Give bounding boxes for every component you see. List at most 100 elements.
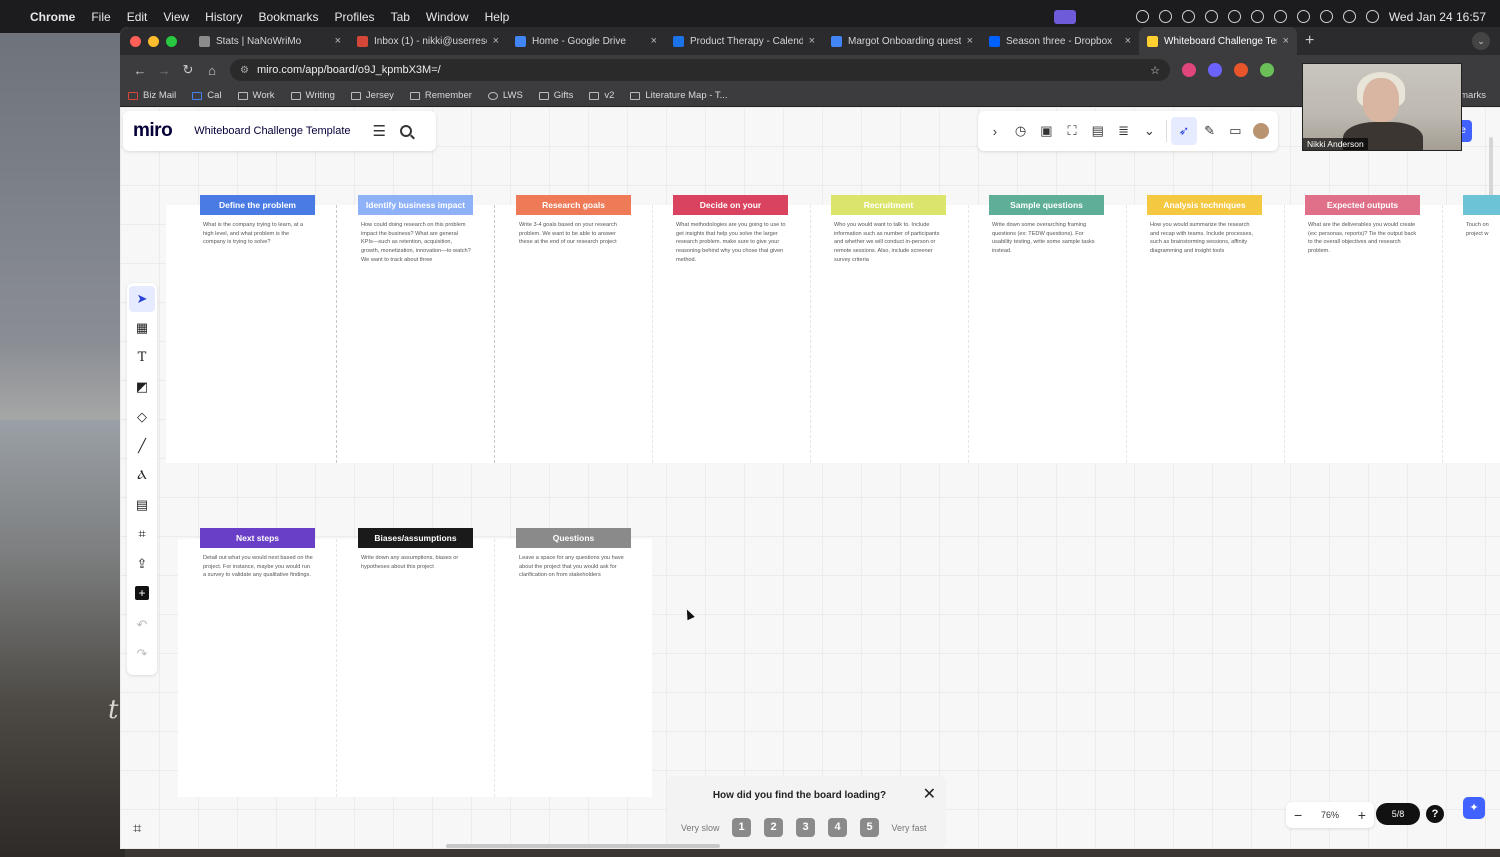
close-tab-icon[interactable]: × [967,35,973,47]
column-header-next-steps[interactable]: Next steps [200,528,315,548]
control-center-icon[interactable] [1342,10,1356,23]
frame-icon[interactable]: ⌗ [129,521,155,547]
close-icon[interactable]: ✕ [923,784,936,804]
tab-onboarding-doc[interactable]: Margot Onboarding questions × [823,27,981,55]
avatar[interactable] [1248,117,1274,145]
ai-assist-sparkle-icon[interactable]: ✦ [1463,797,1485,819]
shapes-icon[interactable]: ◇ [129,404,155,430]
play-icon[interactable] [1250,10,1264,23]
zoom-out-button[interactable]: − [1294,807,1302,823]
text-tool-icon[interactable]: T [129,345,155,371]
close-tab-icon[interactable]: × [809,35,815,47]
connection-line-icon[interactable]: ╱ [129,433,155,459]
bookmark-folder-jersey[interactable]: Jersey [350,90,394,101]
column-description[interactable]: Detail out what you would next based on … [203,554,313,580]
menubar-clock[interactable]: Wed Jan 24 16:57 [1389,10,1486,24]
forward-arrow-icon[interactable]: → [152,63,176,78]
tab-inbox[interactable]: Inbox (1) - nikki@userresearch × [349,27,507,55]
undo-icon[interactable]: ↶ [129,612,155,638]
bookmark-folder-remember[interactable]: Remember [409,90,472,101]
column-description[interactable]: How could doing research on this problem… [361,221,471,264]
menu-window[interactable]: Window [426,10,469,24]
settings-gear-icon[interactable] [1204,10,1218,23]
close-tab-icon[interactable]: × [651,35,657,47]
present-icon[interactable]: ▣ [1033,117,1059,145]
reload-icon[interactable]: ↻ [176,62,200,78]
menubar-app-name[interactable]: Chrome [30,10,75,24]
comment-icon[interactable]: ▤ [129,492,155,518]
bookmark-biz-mail[interactable]: Biz Mail [128,90,176,101]
home-icon[interactable]: ⌂ [200,63,224,78]
more-apps-plus-icon[interactable]: + [135,585,149,600]
tab-google-drive[interactable]: Home - Google Drive × [507,27,665,55]
column-description[interactable]: Write down some overarching framing ques… [992,221,1102,256]
column-description[interactable]: Write 3-4 goals based on your research p… [519,221,629,247]
menu-edit[interactable]: Edit [127,10,148,24]
pinterest-extension-icon[interactable] [1182,63,1196,77]
tab-miro-board[interactable]: Whiteboard Challenge Templ... × [1139,27,1297,55]
bookmark-folder-v2[interactable]: v2 [589,90,614,101]
extension-icon[interactable] [1260,63,1274,77]
menu-help[interactable]: Help [485,10,510,24]
main-menu-icon[interactable]: ☰ [373,122,386,140]
minimize-window-button[interactable] [148,35,159,47]
rating-option-5[interactable]: 5 [860,818,880,837]
column-header-expected-outputs[interactable]: Expected outputs [1305,195,1420,215]
notes-icon[interactable]: ≣ [1111,117,1137,145]
column-header-research-goals[interactable]: Research goals [516,195,631,215]
board-title[interactable]: Whiteboard Challenge Template [194,125,350,137]
sticky-note-icon[interactable]: ◩ [129,374,155,400]
rating-option-4[interactable]: 4 [828,818,848,837]
search-icon[interactable] [399,125,412,137]
rating-option-1[interactable]: 1 [732,818,752,837]
column-description[interactable]: Write down any assumptions, biases or hy… [361,554,471,571]
bookmark-literature-map[interactable]: Literature Map - T... [630,90,728,101]
tab-nanowrimo[interactable]: Stats | NaNoWriMo × [191,27,349,55]
column-header-business-impact[interactable]: Identify business impact [358,195,473,215]
column-description[interactable]: Leave a space for any questions you have… [519,554,629,580]
bookmark-folder-writing[interactable]: Writing [290,90,335,101]
menu-profiles[interactable]: Profiles [335,10,375,24]
address-bar[interactable]: ⚙ miro.com/app/board/o9J_kpmbX3M=/ ☆ [230,59,1170,81]
close-window-button[interactable] [130,35,141,47]
pen-icon[interactable]: Ⲁ [129,462,155,488]
rating-option-3[interactable]: 3 [796,818,816,837]
timer-icon[interactable]: ◷ [1008,117,1034,145]
bookmark-folder-work[interactable]: Work [237,90,275,101]
column-description[interactable]: What is the company trying to learn, at … [203,221,313,247]
sync-icon[interactable] [1135,10,1149,23]
all-bookmarks[interactable]: marks [1460,90,1486,101]
column-description[interactable]: What are the deliverables you would crea… [1308,221,1418,256]
extension-icon[interactable] [1234,63,1248,77]
back-arrow-icon[interactable]: ← [128,63,152,78]
menu-view[interactable]: View [163,10,189,24]
bookmark-folder-gifts[interactable]: Gifts [538,90,573,101]
siri-icon[interactable] [1365,10,1379,23]
menu-tab[interactable]: Tab [391,10,410,24]
tab-search-chevron-icon[interactable]: ⌄ [1472,32,1490,50]
spotlight-search-icon[interactable] [1319,10,1333,23]
menu-file[interactable]: File [91,10,110,24]
menu-bookmarks[interactable]: Bookmarks [259,10,319,24]
focus-icon[interactable] [1181,10,1195,23]
frames-panel-icon[interactable]: ⌗ [133,820,141,837]
shield-icon[interactable] [1273,10,1287,23]
reactions-cursor-icon[interactable]: ➶ [1171,117,1197,145]
expand-chevron-icon[interactable]: › [982,117,1008,145]
new-tab-icon[interactable]: + [1305,32,1314,50]
rating-option-2[interactable]: 2 [764,818,784,837]
bookmark-cal[interactable]: Cal [192,90,222,101]
column-header-recruitment[interactable]: Recruitment [831,195,946,215]
menu-history[interactable]: History [205,10,242,24]
close-tab-icon[interactable]: × [1125,35,1131,47]
miro-logo[interactable]: miro [133,120,173,142]
column-header-methodology[interactable]: Decide on your methodology [673,195,788,230]
zoom-window-button[interactable] [166,35,177,47]
column-description[interactable]: Touch on project w [1466,221,1500,238]
templates-icon[interactable]: ▦ [129,315,155,341]
extension-icon[interactable] [1208,63,1222,77]
horizontal-scrollbar[interactable] [446,844,720,848]
wifi-icon[interactable] [1296,10,1310,23]
screen-recording-icon[interactable] [1053,9,1076,24]
board-page-counter[interactable]: 5/8 [1376,803,1420,825]
